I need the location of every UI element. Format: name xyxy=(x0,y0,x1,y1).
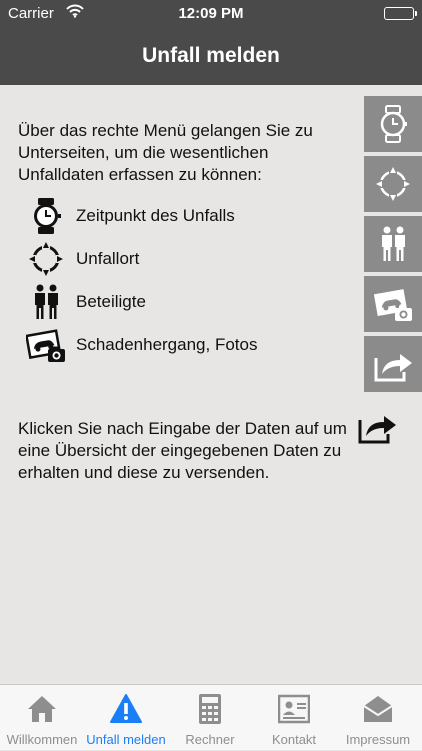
location-target-icon xyxy=(26,241,66,277)
side-menu-button-people[interactable] xyxy=(364,216,422,272)
tab-label: Impressum xyxy=(345,732,411,747)
tab-rechner[interactable]: Rechner xyxy=(168,685,252,751)
side-menu-button-photos[interactable] xyxy=(364,276,422,332)
list-item-label: Schadenhergang, Fotos xyxy=(76,335,258,354)
outro-text: Klicken Sie nach Eingabe der Daten auf u… xyxy=(18,419,347,482)
share-icon xyxy=(358,410,398,444)
battery-icon xyxy=(384,7,417,20)
page-title: Unfall melden xyxy=(142,44,280,67)
tab-kontakt[interactable]: Kontakt xyxy=(252,685,336,751)
side-menu-button-share[interactable] xyxy=(364,336,422,392)
contact-card-icon xyxy=(277,693,311,725)
home-icon xyxy=(26,693,58,725)
intro-text-block: Über das rechte Menü gelangen Sie zu Unt… xyxy=(18,120,358,186)
navigation-bar: Unfall melden xyxy=(0,28,422,85)
list-item-people: Beteiligte xyxy=(26,284,326,320)
share-icon xyxy=(374,354,412,382)
people-icon xyxy=(382,226,405,261)
side-menu-button-time[interactable] xyxy=(364,96,422,152)
list-item-label: Zeitpunkt des Unfalls xyxy=(76,206,235,225)
mail-icon xyxy=(362,693,394,725)
tab-impressum[interactable]: Impressum xyxy=(336,685,420,751)
intro-text: Über das rechte Menü gelangen Sie zu Unt… xyxy=(18,121,313,184)
side-menu-button-location[interactable] xyxy=(364,156,422,212)
watch-icon xyxy=(26,198,66,234)
list-item-label: Beteiligte xyxy=(76,292,146,311)
tab-unfall-melden[interactable]: Unfall melden xyxy=(84,685,168,751)
photo-camera-icon xyxy=(373,289,412,321)
warning-icon xyxy=(110,693,142,725)
list-item-photos: Schadenhergang, Fotos xyxy=(25,327,326,363)
clock: 12:09 PM xyxy=(178,5,244,22)
list-item-time: Zeitpunkt des Unfalls xyxy=(26,198,326,234)
photo-camera-icon xyxy=(25,327,66,363)
status-bar: Carrier 12:09 PM xyxy=(0,0,422,28)
list-item-location: Unfallort xyxy=(26,241,326,277)
watch-icon xyxy=(380,105,407,143)
people-icon xyxy=(26,284,66,320)
calculator-icon xyxy=(194,693,226,725)
tab-willkommen[interactable]: Willkommen xyxy=(0,685,84,751)
tab-bar: Willkommen Unfall melden Rechner Kontakt… xyxy=(0,684,422,750)
location-target-icon xyxy=(375,166,411,202)
list-item-label: Unfallort xyxy=(76,249,140,268)
